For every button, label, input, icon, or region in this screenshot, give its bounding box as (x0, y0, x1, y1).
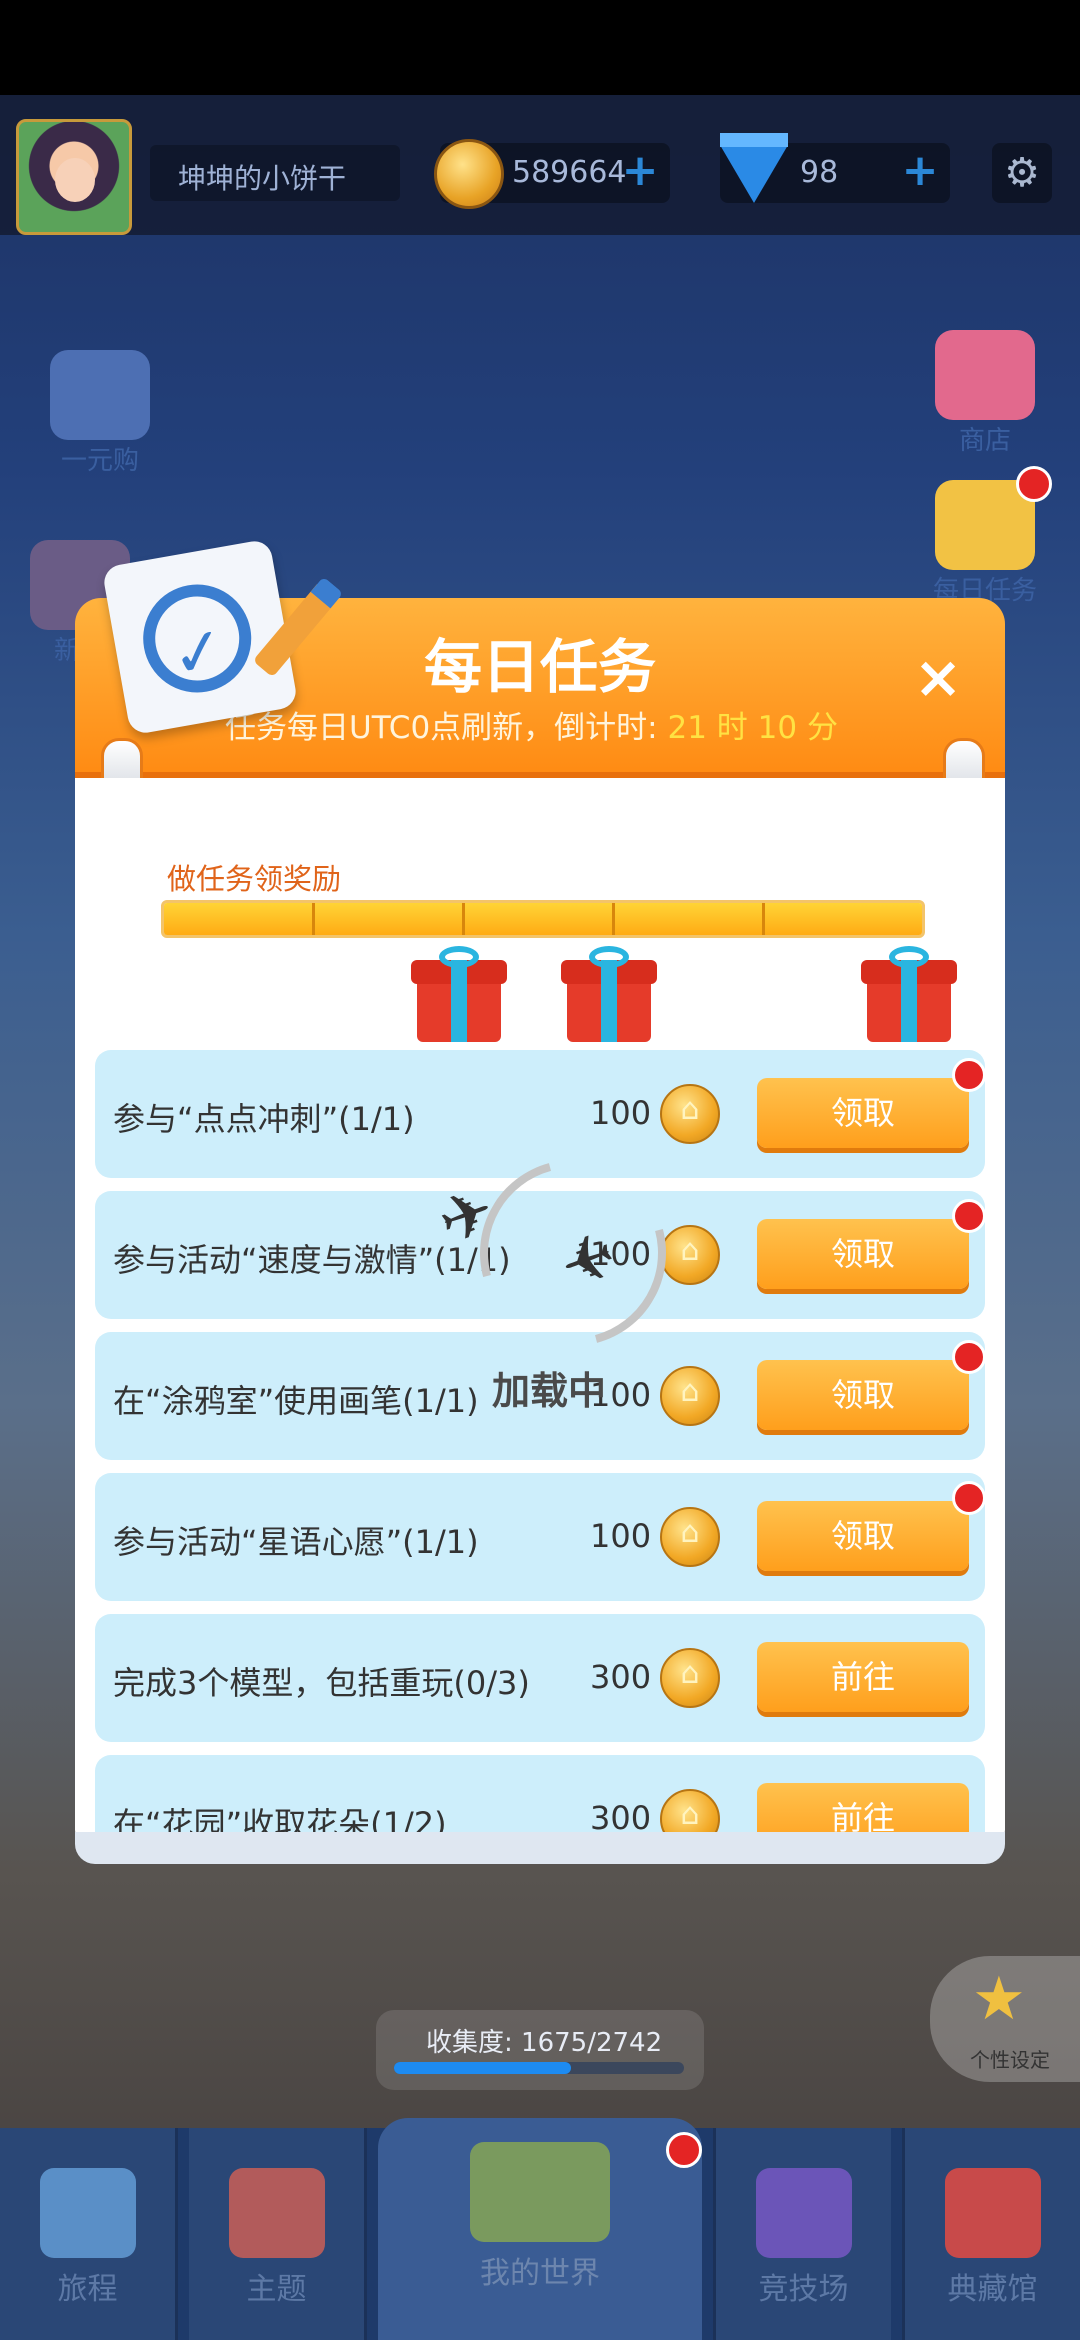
world-building-icon (470, 2142, 610, 2242)
username-box[interactable]: 坤坤的小饼干 (150, 145, 400, 201)
notification-dot (952, 1340, 985, 1374)
checklist-icon: ✓ (101, 538, 299, 736)
notification-dot (666, 2132, 702, 2168)
claim-button[interactable]: 领取 (757, 1219, 969, 1289)
collection-bar (394, 2062, 684, 2074)
gift-bow (589, 946, 629, 968)
coin-icon (660, 1507, 720, 1567)
progress-separator (312, 903, 315, 935)
shop-bag-icon (935, 330, 1035, 420)
task-reward: 100 (590, 1517, 652, 1555)
close-icon[interactable]: × (903, 642, 973, 712)
personalize-button[interactable]: ★ 个性设定 (930, 1956, 1080, 2082)
avatar[interactable] (16, 119, 132, 235)
coin-value: 589664 (512, 155, 627, 190)
claim-button[interactable]: 领取 (757, 1078, 969, 1148)
coin-icon (660, 1225, 720, 1285)
loading-indicator: ✈ ✈ 加载中 (429, 1125, 701, 1440)
collection-text: 收集度: 1675/2742 (426, 2028, 663, 2058)
notification-dot (1016, 466, 1052, 502)
task-label: 在“涂鸦室”使用画笔(1/1) (113, 1382, 479, 1420)
task-label: 完成3个模型，包括重玩(0/3) (113, 1664, 530, 1702)
nav-my-world[interactable]: 我的世界 (378, 2118, 702, 2340)
settings-gear-icon[interactable]: ⚙ (992, 143, 1052, 203)
crown-shield-icon (755, 2168, 852, 2258)
task-label: 参与活动“星语心愿”(1/1) (113, 1523, 479, 1561)
notification-dot (952, 1199, 985, 1233)
notification-dot (952, 1058, 985, 1092)
gift-icon[interactable] (561, 946, 657, 1042)
task-item: 完成3个模型，包括重玩(0/3) 300 前往 (95, 1614, 985, 1742)
gem-balance: 98 + (720, 133, 950, 203)
gem-value: 98 (800, 155, 839, 190)
add-gems-button[interactable]: + (900, 149, 940, 193)
coin-icon (660, 1648, 720, 1708)
nav-journey-label: 旅程 (57, 2272, 118, 2307)
gift-icon[interactable] (411, 946, 507, 1042)
one-yuan-buy-label: 一元购 (60, 446, 139, 476)
gift-ribbon (901, 960, 917, 1042)
task-item: 在“花园”收取花朵(1/2) 300 前往 (95, 1755, 985, 1842)
progress-separator (462, 903, 465, 935)
gem-icon (720, 133, 788, 203)
nav-museum-label: 典藏馆 (947, 2272, 1038, 2307)
coin-balance: 589664 + (434, 139, 670, 209)
progress-separator (762, 903, 765, 935)
username: 坤坤的小饼干 (178, 162, 347, 195)
dialog-bottom-edge (75, 1832, 1005, 1864)
magic-wand-icon: ★ (972, 1964, 1026, 2034)
camera-icon (39, 2168, 136, 2258)
nav-arena[interactable]: 竞技场 (713, 2128, 891, 2340)
task-reward: 100 (590, 1094, 652, 1132)
gift-icon[interactable] (861, 946, 957, 1042)
nav-theme[interactable]: 主题 (189, 2128, 367, 2340)
coin-icon (434, 139, 504, 209)
coin-icon (660, 1084, 720, 1144)
gift-bow (439, 946, 479, 968)
task-item: 参与活动“星语心愿”(1/1) 100 领取 (95, 1473, 985, 1601)
claim-button[interactable]: 领取 (757, 1360, 969, 1430)
house-icon (228, 2168, 325, 2258)
reward-progress-label: 做任务领奖励 (167, 862, 342, 896)
nav-theme-label: 主题 (246, 2272, 307, 2307)
progress-fill (164, 903, 922, 935)
gift-bow (889, 946, 929, 968)
top-bar: 坤坤的小饼干 589664 + 98 + ⚙ (0, 95, 1080, 235)
personalize-label: 个性设定 (970, 2048, 1050, 2072)
notification-dot (952, 1481, 985, 1515)
gift-ribbon (601, 960, 617, 1042)
collection-fill (394, 2062, 572, 2074)
nav-journey[interactable]: 旅程 (0, 2128, 178, 2340)
task-reward: 300 (590, 1658, 652, 1696)
shop-label: 商店 (958, 426, 1011, 456)
reward-progress-bar (161, 900, 925, 938)
one-yuan-buy-button[interactable]: 一元购 (40, 350, 160, 477)
shop-button[interactable]: 商店 (920, 330, 1050, 457)
gift-box-icon (50, 350, 150, 440)
collection-progress: 收集度: 1675/2742 (376, 2010, 704, 2090)
progress-separator (612, 903, 615, 935)
loading-text: 加载中 (492, 1369, 607, 1413)
star-medal-icon (944, 2168, 1041, 2258)
refresh-text: 任务每日UTC0点刷新，倒计时: (225, 710, 658, 746)
bottom-nav: 旅程 主题 我的世界 竞技场 典藏馆 (0, 2118, 1080, 2340)
avatar-face (55, 158, 95, 202)
nav-museum[interactable]: 典藏馆 (902, 2128, 1080, 2340)
go-button[interactable]: 前往 (757, 1642, 969, 1712)
refresh-info: 任务每日UTC0点刷新，倒计时: 21 时 10 分 (225, 702, 838, 747)
add-coins-button[interactable]: + (620, 149, 660, 193)
claim-button[interactable]: 领取 (757, 1501, 969, 1571)
task-label: 参与“点点冲刺”(1/1) (113, 1100, 415, 1138)
status-bar (0, 0, 1080, 95)
coin-icon (660, 1366, 720, 1426)
gift-ribbon (451, 960, 467, 1042)
countdown: 21 时 10 分 (667, 710, 838, 746)
nav-arena-label: 竞技场 (758, 2272, 849, 2307)
nav-my-world-label: 我的世界 (480, 2256, 600, 2291)
